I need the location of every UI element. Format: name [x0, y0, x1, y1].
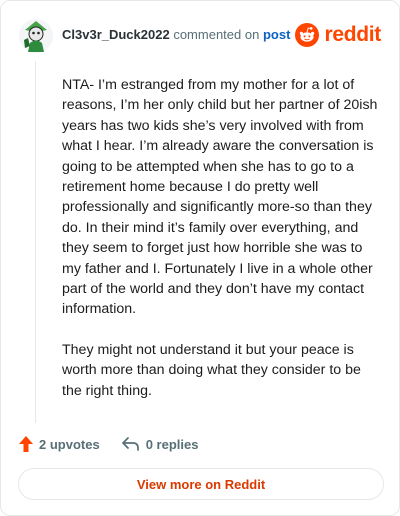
upvote-count: 2 upvotes [39, 436, 100, 452]
reddit-logo-icon [295, 23, 320, 47]
reply-icon [121, 437, 139, 451]
username-link[interactable]: Cl3v3r_Duck2022 [62, 27, 170, 42]
post-link[interactable]: post [263, 27, 290, 42]
thread-line [35, 61, 36, 423]
upvote-arrow-icon [19, 436, 33, 452]
comment-body: NTA- I’m estranged from my mother for a … [62, 75, 382, 421]
comment-meta: Cl3v3r_Duck2022 commented on post [62, 27, 290, 42]
comment-header: Cl3v3r_Duck2022 commented on post reddit [18, 16, 385, 56]
comment-paragraph: They might not understand it but your pe… [62, 341, 361, 399]
reddit-logo[interactable]: reddit [295, 21, 381, 49]
reply-count: 0 replies [145, 436, 199, 452]
view-more-button[interactable]: View more on Reddit [18, 468, 384, 500]
action-text: commented on [173, 27, 260, 42]
reply-button[interactable]: 0 replies [121, 436, 199, 452]
avatar[interactable] [18, 18, 54, 54]
upvote-button[interactable]: 2 upvotes [19, 436, 100, 452]
comment-actions: 2 upvotes 0 replies [19, 433, 198, 455]
reddit-wordmark: reddit [324, 23, 381, 46]
comment-paragraph: NTA- I’m estranged from my mother for a … [62, 77, 378, 318]
comment-embed-card: Cl3v3r_Duck2022 commented on post reddit… [0, 0, 400, 516]
